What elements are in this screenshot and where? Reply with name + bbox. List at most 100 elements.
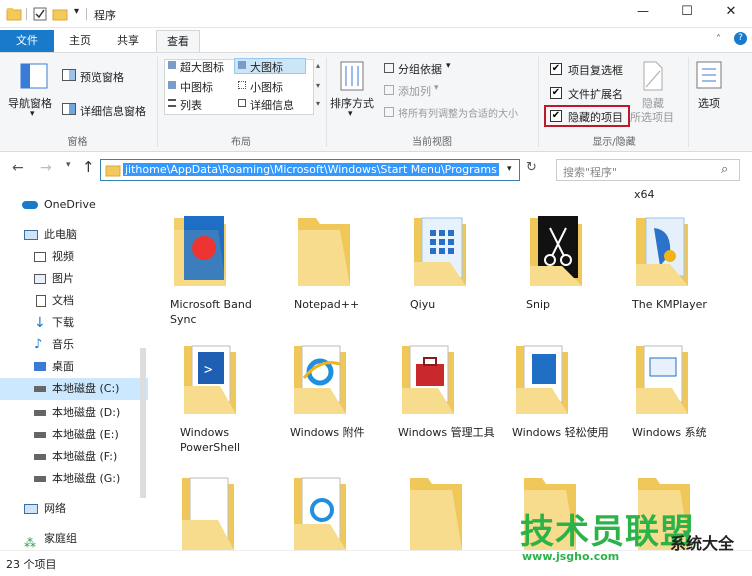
scroll-down-icon[interactable]: ▾ xyxy=(316,81,320,90)
nav-item-homegroup[interactable]: ⁂ 家庭组 xyxy=(0,528,148,550)
address-dropdown-icon[interactable]: ▾ xyxy=(507,164,512,174)
folder-label: Snip xyxy=(526,298,550,311)
folder-item[interactable]: Snip xyxy=(526,210,626,312)
nav-item-network[interactable]: 网络 xyxy=(0,498,148,520)
nav-item-drive-e[interactable]: 本地磁盘 (E:) xyxy=(0,424,148,446)
folder-icon[interactable] xyxy=(178,470,238,550)
address-input[interactable]: jithome\AppData\Roaming\Microsoft\Window… xyxy=(100,159,520,181)
add-column-button[interactable]: 添加列 xyxy=(398,83,431,99)
preview-pane-button[interactable]: 预览窗格 xyxy=(80,69,124,85)
nav-item-music[interactable]: ♪ 音乐 xyxy=(0,334,148,356)
details-pane-icon xyxy=(62,103,76,115)
properties-icon[interactable] xyxy=(32,6,48,22)
nav-item-onedrive[interactable]: OneDrive xyxy=(0,194,148,216)
drive-icon xyxy=(34,432,46,438)
folder-item[interactable]: > Windows PowerShell xyxy=(180,338,280,455)
nav-item-videos[interactable]: 视频 xyxy=(0,246,148,268)
nav-item-desktop[interactable]: 桌面 xyxy=(0,356,148,378)
maximize-button[interactable]: ☐ xyxy=(672,4,702,19)
item-checkboxes-label: 项目复选框 xyxy=(568,64,623,77)
layout-large-icons[interactable]: 大图标 xyxy=(250,59,283,75)
folder-icon[interactable] xyxy=(406,470,466,550)
layout-details[interactable]: 详细信息 xyxy=(250,97,294,113)
layout-extra-large-icons[interactable]: 超大图标 xyxy=(180,59,224,75)
drive-icon xyxy=(34,386,46,392)
nav-label: 本地磁盘 (G:) xyxy=(52,472,121,485)
group-label-layout: 布局 xyxy=(231,137,251,148)
folder-label: Qiyu xyxy=(410,298,436,311)
help-icon[interactable]: ? xyxy=(734,32,747,45)
nav-label: OneDrive xyxy=(44,198,96,211)
nav-item-downloads[interactable]: ↓ 下载 xyxy=(0,312,148,334)
close-button[interactable]: ✕ xyxy=(716,4,746,19)
quick-access-dropdown-icon[interactable]: ▾ xyxy=(74,6,79,17)
tab-share[interactable]: 共享 xyxy=(106,30,150,52)
large-icons-icon xyxy=(238,61,246,69)
chevron-down-icon: ▾ xyxy=(434,83,439,93)
divider xyxy=(688,57,689,147)
drive-icon xyxy=(34,410,46,416)
network-icon xyxy=(24,504,38,514)
options-button[interactable]: 选项 xyxy=(698,95,720,111)
tab-file[interactable]: 文件 xyxy=(0,30,54,52)
folder-item[interactable]: Microsoft Band Sync xyxy=(170,210,270,327)
layout-list[interactable]: 列表 xyxy=(180,97,202,113)
document-icon xyxy=(36,295,46,307)
snip-folder-icon xyxy=(530,216,582,286)
nav-item-drive-g[interactable]: 本地磁盘 (G:) xyxy=(0,468,148,490)
minimize-button[interactable]: — xyxy=(628,4,658,18)
hidden-items-checkbox[interactable]: ✔ xyxy=(550,110,562,122)
nav-item-this-pc[interactable]: 此电脑 xyxy=(0,224,148,246)
tab-home[interactable]: 主页 xyxy=(58,30,102,52)
watermark-url: www.jsgho.com xyxy=(522,550,620,563)
tab-view[interactable]: 查看 xyxy=(156,30,200,52)
folder-label: Windows 管理工具 xyxy=(398,426,495,439)
folder-item[interactable]: Windows 系统 xyxy=(632,338,732,440)
folder-item[interactable]: Windows 附件 xyxy=(290,338,390,440)
search-icon[interactable]: ⌕ xyxy=(721,162,728,177)
group-label-show-hide: 显示/隐藏 xyxy=(592,137,636,148)
nav-label: 此电脑 xyxy=(44,228,77,241)
watermark-text: 技术员联盟 xyxy=(520,512,695,552)
nav-item-documents[interactable]: 文档 xyxy=(0,290,148,312)
nav-item-drive-d[interactable]: 本地磁盘 (D:) xyxy=(0,402,148,424)
folder-item[interactable]: The KMPlayer xyxy=(632,210,732,312)
file-extensions-checkbox[interactable]: ✔ xyxy=(550,87,562,99)
nav-item-drive-f[interactable]: 本地磁盘 (F:) xyxy=(0,446,148,468)
refresh-icon[interactable]: ↻ xyxy=(526,160,537,175)
title-bar: ▾ 程序 — ☐ ✕ xyxy=(0,0,752,28)
chevron-down-icon: ▾ xyxy=(446,61,451,71)
nav-item-pictures[interactable]: 图片 xyxy=(0,268,148,290)
item-checkboxes-checkbox[interactable]: ✔ xyxy=(550,63,562,75)
watermark: 技术员联盟 www.jsgho.com 系统大全 xyxy=(520,504,748,574)
recent-locations-icon[interactable]: ▾ xyxy=(66,160,71,170)
expand-gallery-icon[interactable]: ▾ xyxy=(316,99,320,108)
new-folder-icon[interactable] xyxy=(52,6,68,22)
folder-item[interactable]: Windows 管理工具 xyxy=(398,338,498,440)
folder-icon[interactable] xyxy=(290,470,350,550)
layout-small-icons[interactable]: 小图标 xyxy=(250,79,283,95)
group-by-button[interactable]: 分组依据 xyxy=(398,61,442,77)
folder-item[interactable]: Qiyu xyxy=(410,210,510,312)
nav-item-drive-c[interactable]: 本地磁盘 (C:) xyxy=(0,378,148,400)
extra-large-icons-icon xyxy=(168,61,176,69)
collapse-ribbon-icon[interactable]: ˄ xyxy=(716,34,721,45)
address-path: jithome\AppData\Roaming\Microsoft\Window… xyxy=(123,163,499,176)
up-arrow-icon[interactable]: ↑ xyxy=(82,158,95,176)
nav-scrollbar[interactable] xyxy=(140,348,146,498)
nav-label: 本地磁盘 (E:) xyxy=(52,428,119,441)
forward-arrow-icon[interactable]: → xyxy=(40,160,52,176)
watermark-extra: 系统大全 xyxy=(670,534,735,553)
cloud-icon xyxy=(22,201,38,209)
hide-selected-label-line2: 所选项目 xyxy=(630,111,674,124)
fit-columns-button[interactable]: 将所有列调整为合适的大小 xyxy=(398,105,518,120)
layout-medium-icons[interactable]: 中图标 xyxy=(180,79,213,95)
search-input[interactable]: 搜索"程序" ⌕ xyxy=(556,159,740,181)
scroll-up-icon[interactable]: ▴ xyxy=(316,61,320,70)
folder-item[interactable]: Windows 轻松使用 xyxy=(512,338,612,440)
back-arrow-icon[interactable]: ← xyxy=(12,160,24,176)
ribbon-view: 导航窗格 ▾ 预览窗格 详细信息窗格 窗格 超大图标 大图标 中图标 小图标 列… xyxy=(0,52,752,152)
folder-item[interactable]: Notepad++ xyxy=(294,210,394,312)
nav-label: 本地磁盘 (F:) xyxy=(52,450,118,463)
details-pane-button[interactable]: 详细信息窗格 xyxy=(80,103,146,119)
